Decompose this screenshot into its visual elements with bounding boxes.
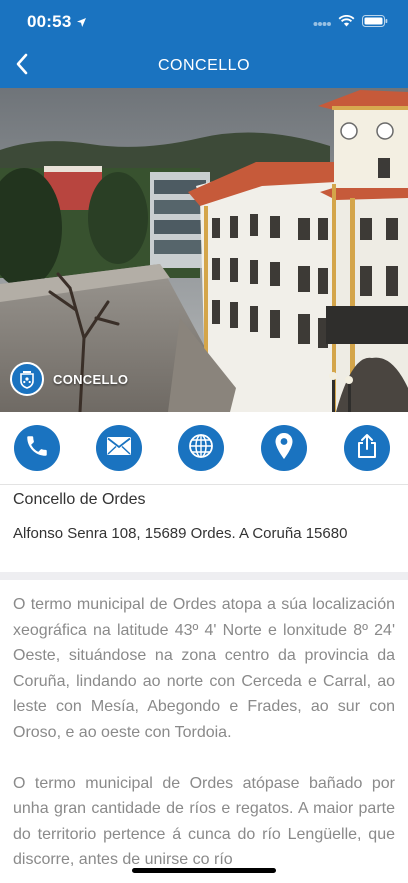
nav-bar: CONCELLO [0, 44, 408, 88]
location-arrow-icon [76, 15, 87, 33]
globe-icon [188, 433, 214, 464]
battery-icon [362, 14, 388, 32]
coat-of-arms-icon [10, 362, 44, 396]
town-hall-photo: CONCELLO [0, 88, 408, 412]
page-title: CONCELLO [157, 57, 251, 74]
web-button[interactable] [178, 425, 224, 471]
signal-dots-icon [313, 14, 331, 32]
home-indicator[interactable] [132, 868, 276, 873]
section-separator [0, 572, 408, 580]
email-button[interactable] [96, 425, 142, 471]
status-indicators [313, 14, 388, 32]
description: O termo municipal de Ordes atopa a súa l… [13, 592, 395, 883]
map-button[interactable] [261, 425, 307, 471]
action-bar [0, 412, 408, 484]
hero-badge-label: CONCELLO [53, 371, 129, 387]
description-paragraph: O termo municipal de Ordes atópase bañad… [13, 774, 395, 869]
phone-icon [24, 433, 50, 464]
mail-icon [106, 436, 132, 461]
map-pin-icon [274, 432, 294, 465]
wifi-icon [338, 14, 355, 32]
description-paragraph: O termo municipal de Ordes atopa a súa l… [13, 596, 395, 741]
status-time: 00:53 [27, 12, 72, 31]
place-address: Alfonso Senra 108, 15689 Ordes. A Coruña… [13, 525, 348, 542]
hero-badge: CONCELLO [10, 362, 128, 396]
contact-info: Concello de Ordes Alfonso Senra 108, 156… [0, 485, 408, 573]
status-bar: 00:53 [0, 0, 408, 44]
share-icon [356, 433, 378, 464]
call-button[interactable] [14, 425, 60, 471]
place-name: Concello de Ordes [13, 491, 146, 508]
share-button[interactable] [344, 425, 390, 471]
